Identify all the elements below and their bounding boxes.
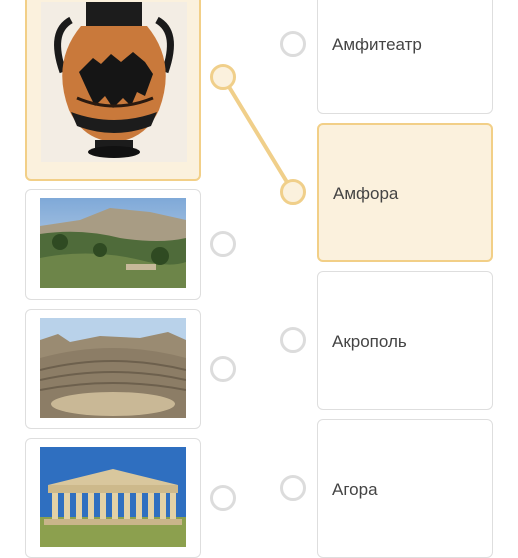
image-match-dot-2[interactable] <box>210 231 236 257</box>
answer-match-dot-2[interactable] <box>280 179 306 205</box>
parthenon-image <box>40 447 186 547</box>
answer-match-dot-1[interactable] <box>280 31 306 57</box>
image-card-agora[interactable] <box>25 189 201 300</box>
answer-card-amphora[interactable]: Амфора <box>317 123 493 262</box>
amphitheater-image <box>40 318 186 418</box>
answer-card-agora[interactable]: Агора <box>317 419 493 558</box>
agora-image <box>40 198 186 288</box>
answer-match-dot-4[interactable] <box>280 475 306 501</box>
answer-card-acropolis[interactable]: Акрополь <box>317 271 493 410</box>
answer-card-amphitheater[interactable]: Амфитеатр <box>317 0 493 114</box>
image-match-dot-4[interactable] <box>210 485 236 511</box>
answer-label: Агора <box>332 480 378 499</box>
image-card-parthenon[interactable] <box>25 438 201 558</box>
answer-label: Акрополь <box>332 332 407 351</box>
answer-label: Амфитеатр <box>332 35 422 54</box>
answer-label: Амфора <box>333 184 399 203</box>
image-match-dot-3[interactable] <box>210 356 236 382</box>
image-card-amphitheater[interactable] <box>25 309 201 429</box>
image-match-dot-1[interactable] <box>210 64 236 90</box>
answer-match-dot-3[interactable] <box>280 327 306 353</box>
amphora-image <box>41 2 187 162</box>
image-card-amphora[interactable] <box>25 0 201 181</box>
